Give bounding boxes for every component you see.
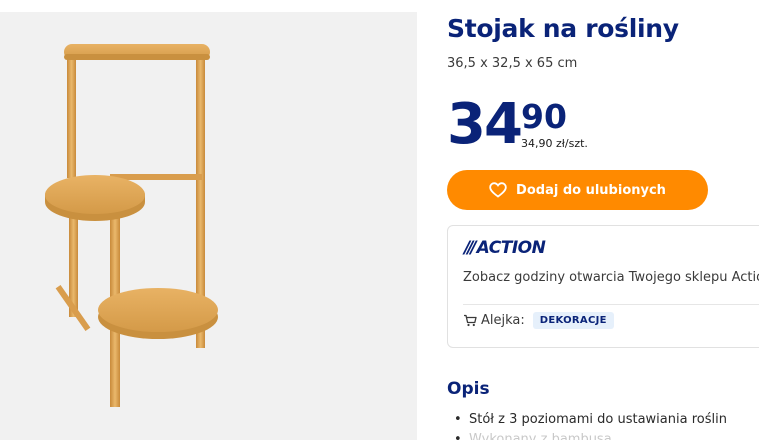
cart-icon bbox=[464, 314, 477, 327]
product-dimensions: 36,5 x 32,5 x 65 cm bbox=[447, 56, 578, 71]
price-decimal: 90 bbox=[521, 97, 567, 136]
store-hours-link[interactable]: Zobacz godziny otwarcia Twojego sklepu A… bbox=[463, 270, 759, 285]
add-to-favorites-button[interactable]: Dodaj do ulubionych bbox=[447, 170, 708, 210]
aisle-badge[interactable]: DEKORACJE bbox=[532, 312, 614, 329]
store-card: ///ACTION Zobacz godziny otwarcia Twojeg… bbox=[447, 225, 759, 348]
aisle-label: Alejka: bbox=[481, 313, 525, 328]
action-logo: ///ACTION bbox=[464, 238, 546, 258]
product-info: Stojak na rośliny 36,5 x 32,5 x 65 cm 34… bbox=[447, 0, 759, 443]
description-bullet: Wykonany z bambusa bbox=[447, 430, 727, 440]
unit-price: 34,90 zł/szt. bbox=[521, 137, 588, 150]
heart-icon bbox=[489, 182, 507, 198]
price-integer: 34 bbox=[447, 92, 523, 157]
aisle-info: Alejka: DEKORACJE bbox=[463, 312, 614, 329]
description-heading: Opis bbox=[447, 379, 490, 399]
logo-text: ACTION bbox=[476, 238, 546, 258]
divider bbox=[463, 304, 759, 305]
add-to-favorites-label: Dodaj do ulubionych bbox=[516, 182, 666, 198]
product-title: Stojak na rośliny bbox=[447, 14, 679, 43]
description-bullet: Stół z 3 poziomami do ustawiania roślin bbox=[447, 410, 727, 430]
product-image[interactable] bbox=[0, 12, 417, 440]
plant-stand-illustration bbox=[45, 44, 218, 407]
description-list: Stół z 3 poziomami do ustawiania roślin … bbox=[447, 410, 727, 440]
